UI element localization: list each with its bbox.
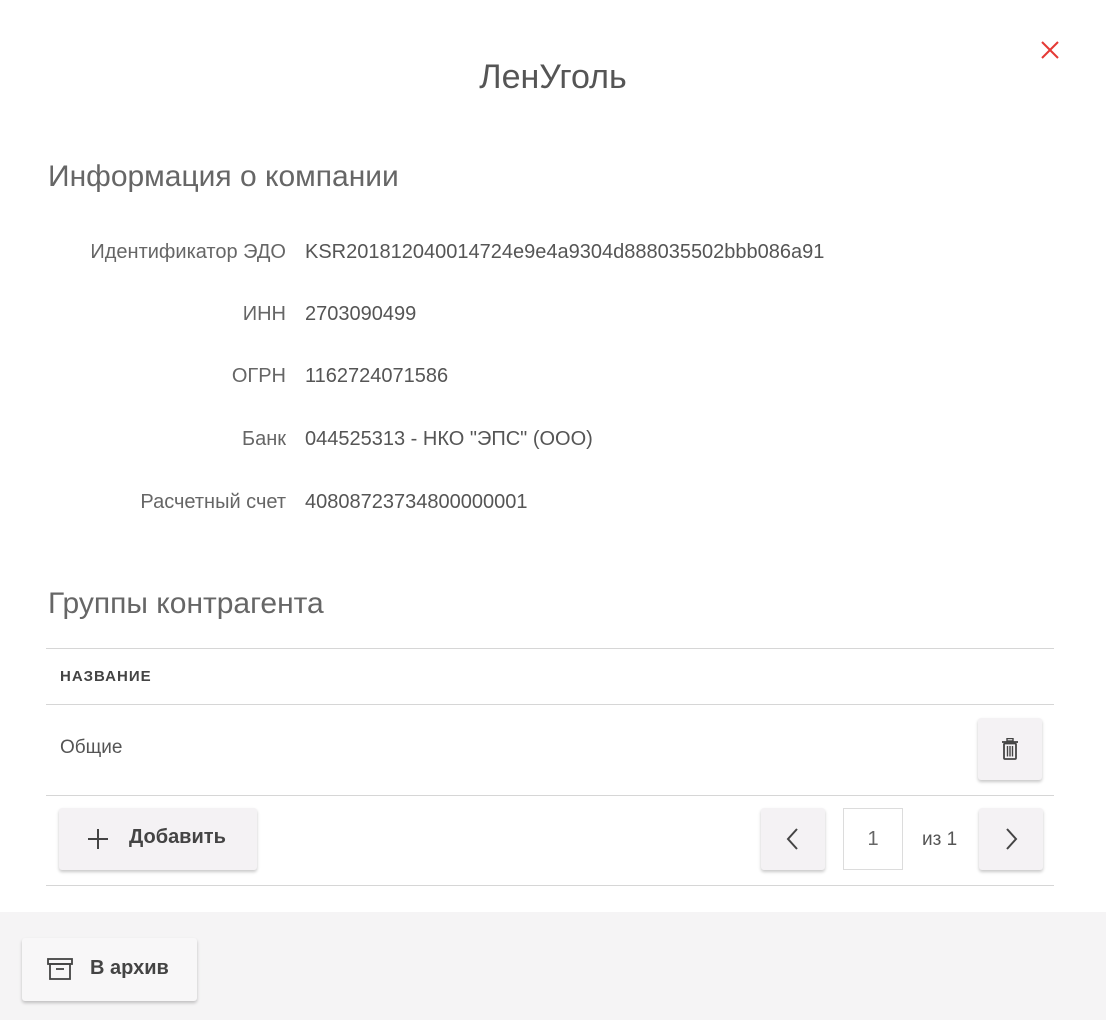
- info-label: ИНН: [242, 303, 286, 325]
- info-value: 1162724071586: [305, 365, 449, 387]
- info-row-edo-id: Идентификатор ЭДО KSR201812040014724e9e4…: [0, 237, 1106, 267]
- info-label: Идентификатор ЭДО: [90, 241, 286, 263]
- info-value: 40808723734800000001: [305, 491, 528, 513]
- divider: [46, 648, 1054, 649]
- groups-heading: Группы контрагента: [48, 587, 324, 620]
- chevron-left-icon: [786, 828, 798, 850]
- archive-button[interactable]: В архив: [22, 938, 197, 1001]
- info-value: 2703090499: [305, 303, 417, 325]
- company-dialog: ЛенУголь Информация о компании Идентифик…: [0, 0, 1106, 1020]
- dialog-title: ЛенУголь: [479, 58, 627, 96]
- next-page-button[interactable]: [979, 808, 1043, 870]
- info-row-account: Расчетный счет 40808723734800000001: [0, 487, 1106, 517]
- info-label: Расчетный счет: [140, 491, 286, 513]
- info-row-bank: Банк 044525313 - НКО "ЭПС" (ООО): [0, 424, 1106, 454]
- info-value: KSR201812040014724e9e4a9304d888035502bbb…: [305, 241, 825, 263]
- plus-icon: [88, 829, 108, 849]
- divider: [46, 704, 1054, 705]
- page-total-text: из 1: [922, 829, 958, 850]
- chevron-right-icon: [1006, 828, 1018, 850]
- info-label: Банк: [241, 428, 286, 450]
- divider: [46, 795, 1054, 796]
- trash-icon: [1002, 738, 1018, 760]
- column-header-name: НАЗВАНИЕ: [60, 668, 152, 685]
- archive-button-label: В архив: [90, 957, 169, 979]
- info-label: ОГРН: [231, 365, 286, 387]
- add-group-button[interactable]: Добавить: [59, 808, 257, 870]
- dialog-footer: В архив: [0, 912, 1106, 1020]
- prev-page-button[interactable]: [761, 808, 825, 870]
- groups-table: НАЗВАНИЕ Общие Добавить 1 из 1: [46, 648, 1054, 886]
- info-row-inn: ИНН 2703090499: [0, 299, 1106, 329]
- page-number-input[interactable]: [843, 808, 903, 870]
- archive-icon: [47, 958, 73, 980]
- info-value: 044525313 - НКО "ЭПС" (ООО): [305, 428, 593, 450]
- divider: [46, 885, 1054, 886]
- delete-group-button[interactable]: [978, 718, 1042, 780]
- info-row-ogrn: ОГРН 1162724071586: [0, 361, 1106, 391]
- company-info-heading: Информация о компании: [48, 160, 399, 193]
- add-button-label: Добавить: [129, 826, 226, 848]
- group-name: Общие: [60, 737, 123, 758]
